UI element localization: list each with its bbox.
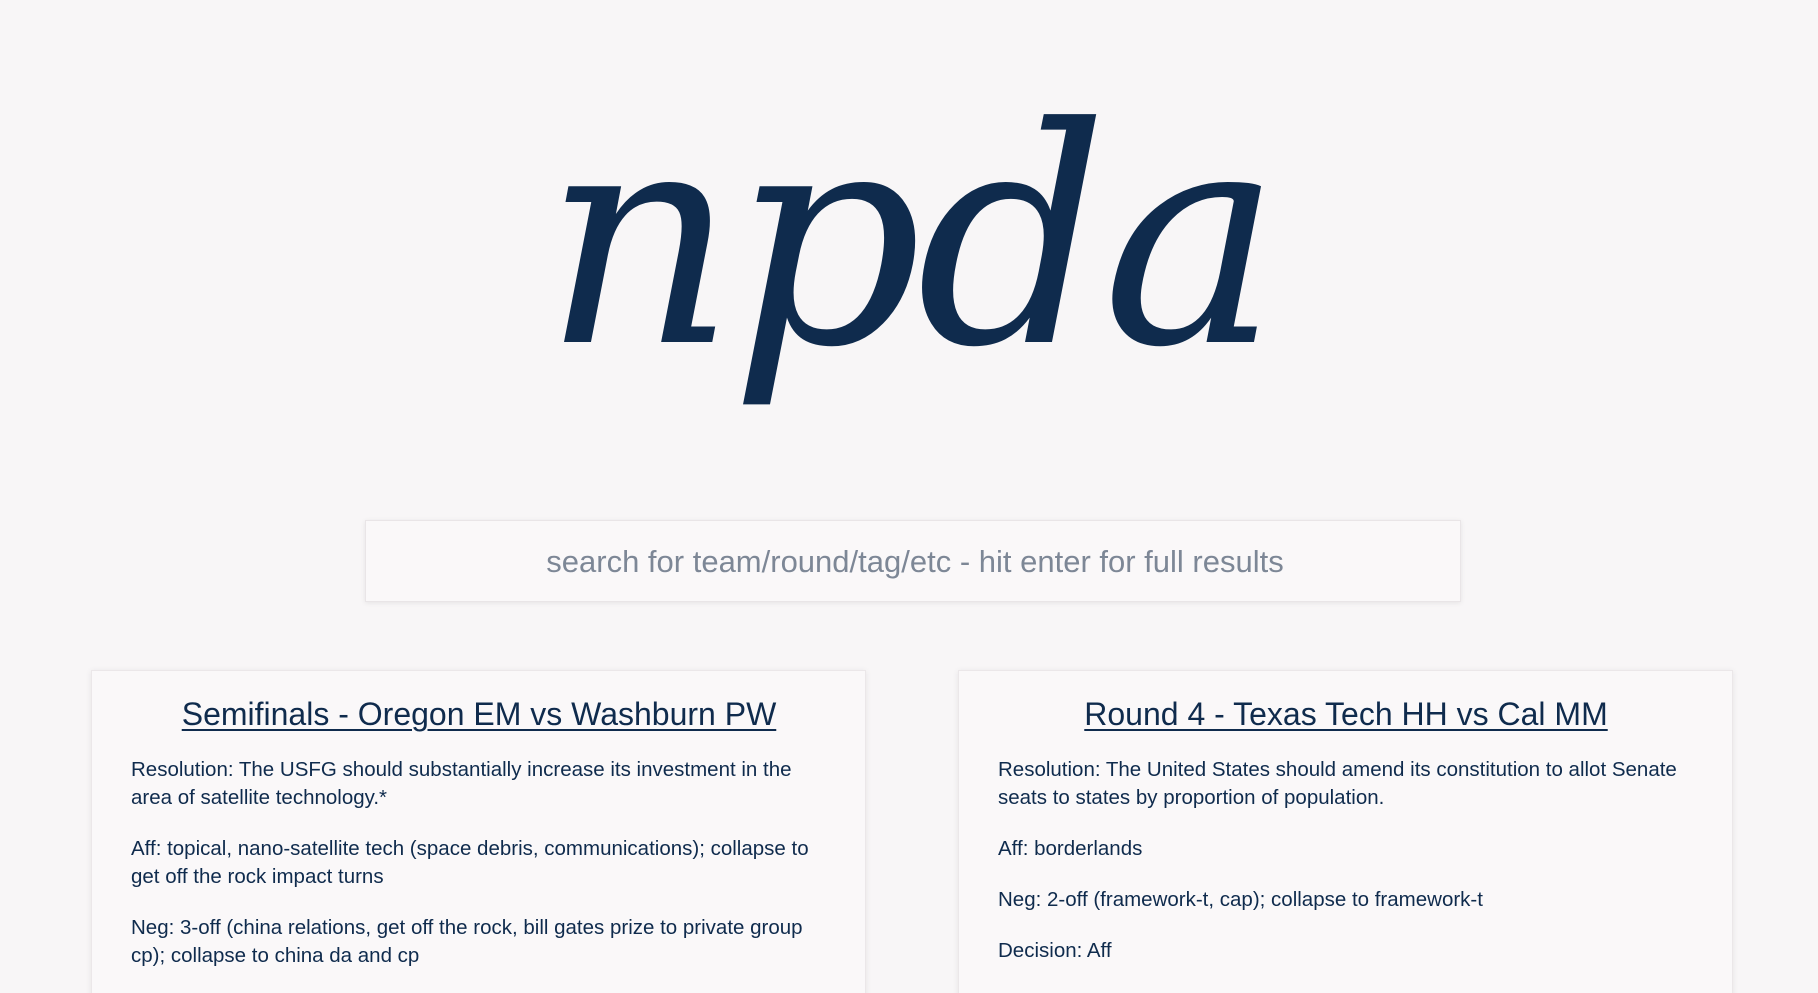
round-resolution: Resolution: The United States should ame…	[998, 758, 1677, 809]
round-resolution: Resolution: The USFG should substantiall…	[131, 758, 792, 809]
round-decision: Decision: Aff	[998, 939, 1112, 962]
round-card: Semifinals - Oregon EM vs Washburn PW Re…	[91, 670, 866, 993]
site-logo: npda	[542, 64, 1281, 413]
round-aff: Aff: topical, nano-satellite tech (space…	[131, 837, 809, 888]
round-title-link[interactable]: Semifinals - Oregon EM vs Washburn PW	[131, 693, 827, 735]
round-title-link[interactable]: Round 4 - Texas Tech HH vs Cal MM	[998, 693, 1694, 735]
round-card: Round 4 - Texas Tech HH vs Cal MM Resolu…	[958, 670, 1733, 993]
round-aff: Aff: borderlands	[998, 837, 1143, 860]
search-box[interactable]	[365, 520, 1464, 603]
round-neg: Neg: 3-off (china relations, get off the…	[131, 916, 803, 967]
round-neg: Neg: 2-off (framework-t, cap); collapse …	[998, 888, 1483, 911]
search-input[interactable]	[366, 521, 1464, 603]
